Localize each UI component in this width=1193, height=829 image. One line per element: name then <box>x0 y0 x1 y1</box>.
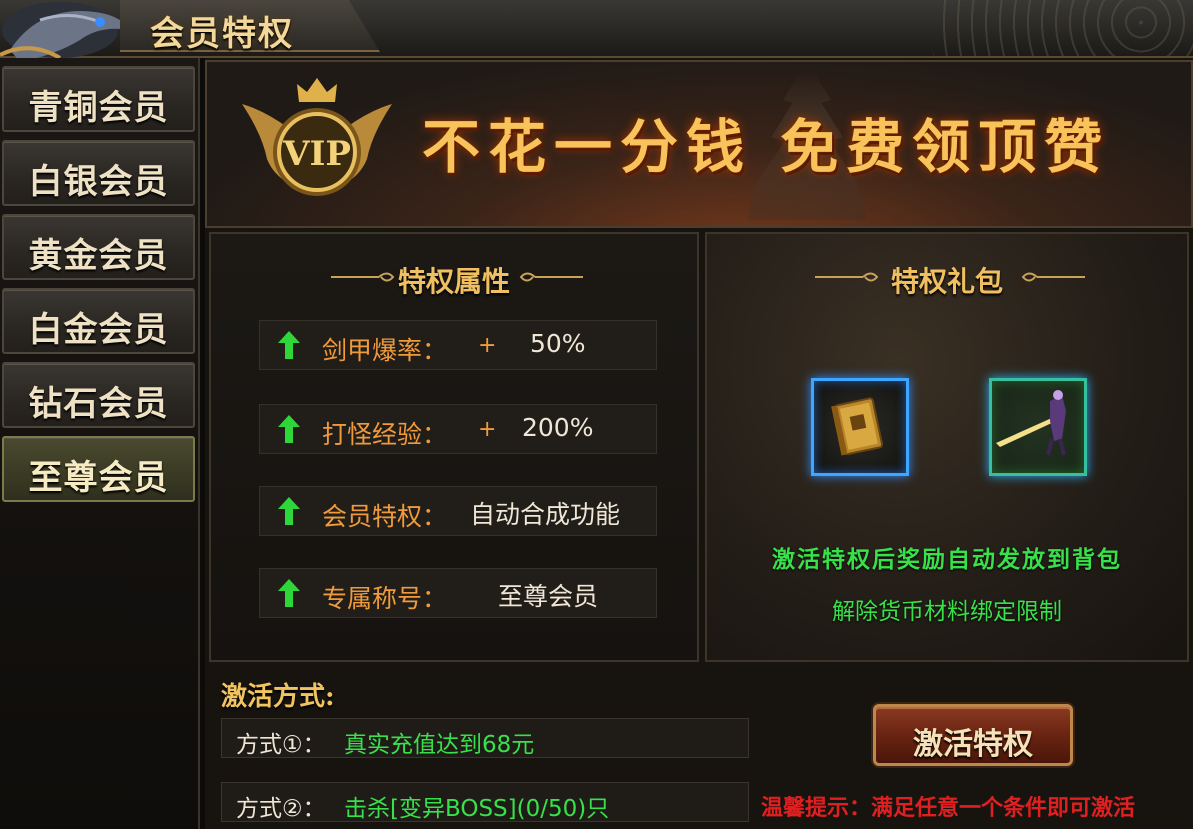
sidebar-item-label: 白金会员 <box>28 310 169 350</box>
flourish-right-icon <box>519 272 583 282</box>
attribute-row: 打怪经验： + 200% <box>259 404 657 454</box>
window-title: 会员特权 <box>150 14 294 54</box>
activation-method-2: 方式②： 击杀[变异BOSS](0/50)只 <box>221 782 749 822</box>
sidebar-item-silver[interactable]: 白银会员 <box>2 140 195 206</box>
attribute-row: 剑甲爆率： + 50% <box>259 320 657 370</box>
attribute-value: 自动合成功能 <box>470 500 621 529</box>
activation-title: 激活方式: <box>221 682 335 712</box>
sidebar-item-label: 钻石会员 <box>28 384 169 424</box>
attributes-panel: 特权属性 剑甲爆率： + 50% 打怪经验： + 200% 会员特权： 自动合成… <box>209 232 699 662</box>
warrior-sword-icon <box>992 381 1084 473</box>
method-condition: 真实充值达到68元 <box>344 732 535 758</box>
vip-banner: VIP 不花一分钱 免费领顶赞 <box>205 60 1193 228</box>
attribute-name: 剑甲爆率： <box>322 336 448 365</box>
sidebar-item-label: 黄金会员 <box>28 236 169 276</box>
activation-method-1: 方式①： 真实充值达到68元 <box>221 718 749 758</box>
attribute-plus: + <box>478 333 497 358</box>
sidebar-item-label: 青铜会员 <box>28 88 169 128</box>
attribute-value: 50% <box>530 329 586 358</box>
sidebar-item-bronze[interactable]: 青铜会员 <box>2 66 195 132</box>
method-label: 方式①： <box>236 732 326 758</box>
activation-tip: 温馨提示：满足任意一个条件即可激活 <box>761 796 1136 821</box>
header-ornament <box>933 0 1193 56</box>
main-panel: VIP 不花一分钱 免费领顶赞 特权属性 剑甲爆率： + 50% 打怪经验： +… <box>205 58 1193 829</box>
up-arrow-icon <box>278 579 300 607</box>
sidebar-item-label: 白银会员 <box>28 162 169 202</box>
banner-slogan: 不花一分钱 免费领顶赞 <box>422 113 1111 181</box>
sidebar-item-diamond[interactable]: 钻石会员 <box>2 362 195 428</box>
attribute-name: 专属称号： <box>322 584 448 613</box>
gift-slot-warrior[interactable] <box>989 378 1087 476</box>
up-arrow-icon <box>278 415 300 443</box>
sidebar: 青铜会员 白银会员 黄金会员 白金会员 钻石会员 至尊会员 <box>0 58 200 829</box>
sidebar-item-supreme[interactable]: 至尊会员 <box>2 436 195 502</box>
method-condition: 击杀[变异BOSS](0/50)只 <box>344 796 610 822</box>
attribute-row: 会员特权： 自动合成功能 <box>259 486 657 536</box>
up-arrow-icon <box>278 331 300 359</box>
gift-slot-book[interactable] <box>811 378 909 476</box>
method-label: 方式②： <box>236 796 326 822</box>
vip-badge-text: VIP <box>282 134 351 174</box>
attribute-plus: + <box>478 417 497 442</box>
attribute-row: 专属称号： 至尊会员 <box>259 568 657 618</box>
sidebar-item-label: 至尊会员 <box>28 458 169 498</box>
book-icon <box>831 397 884 456</box>
gift-title: 特权礼包 <box>890 265 1003 298</box>
up-arrow-icon <box>278 497 300 525</box>
activate-button-label: 激活特权 <box>913 727 1033 762</box>
gift-panel: 特权礼包 激活特权后奖励自动发放到背包 解除货币材料绑定限制 <box>705 232 1189 662</box>
attribute-value: 200% <box>522 413 594 442</box>
attribute-name: 打怪经验： <box>322 420 448 449</box>
attribute-name: 会员特权： <box>322 502 448 531</box>
attributes-title: 特权属性 <box>397 265 510 298</box>
gift-note-reward: 激活特权后奖励自动发放到背包 <box>772 546 1122 573</box>
sidebar-item-platinum[interactable]: 白金会员 <box>2 288 195 354</box>
gift-note-unbind: 解除货币材料绑定限制 <box>832 599 1062 625</box>
attribute-value: 至尊会员 <box>498 582 599 611</box>
vip-badge-icon: VIP <box>242 78 392 196</box>
activate-privilege-button[interactable]: 激活特权 <box>873 704 1073 766</box>
sidebar-item-gold[interactable]: 黄金会员 <box>2 214 195 280</box>
flourish-right-icon <box>1021 272 1085 282</box>
